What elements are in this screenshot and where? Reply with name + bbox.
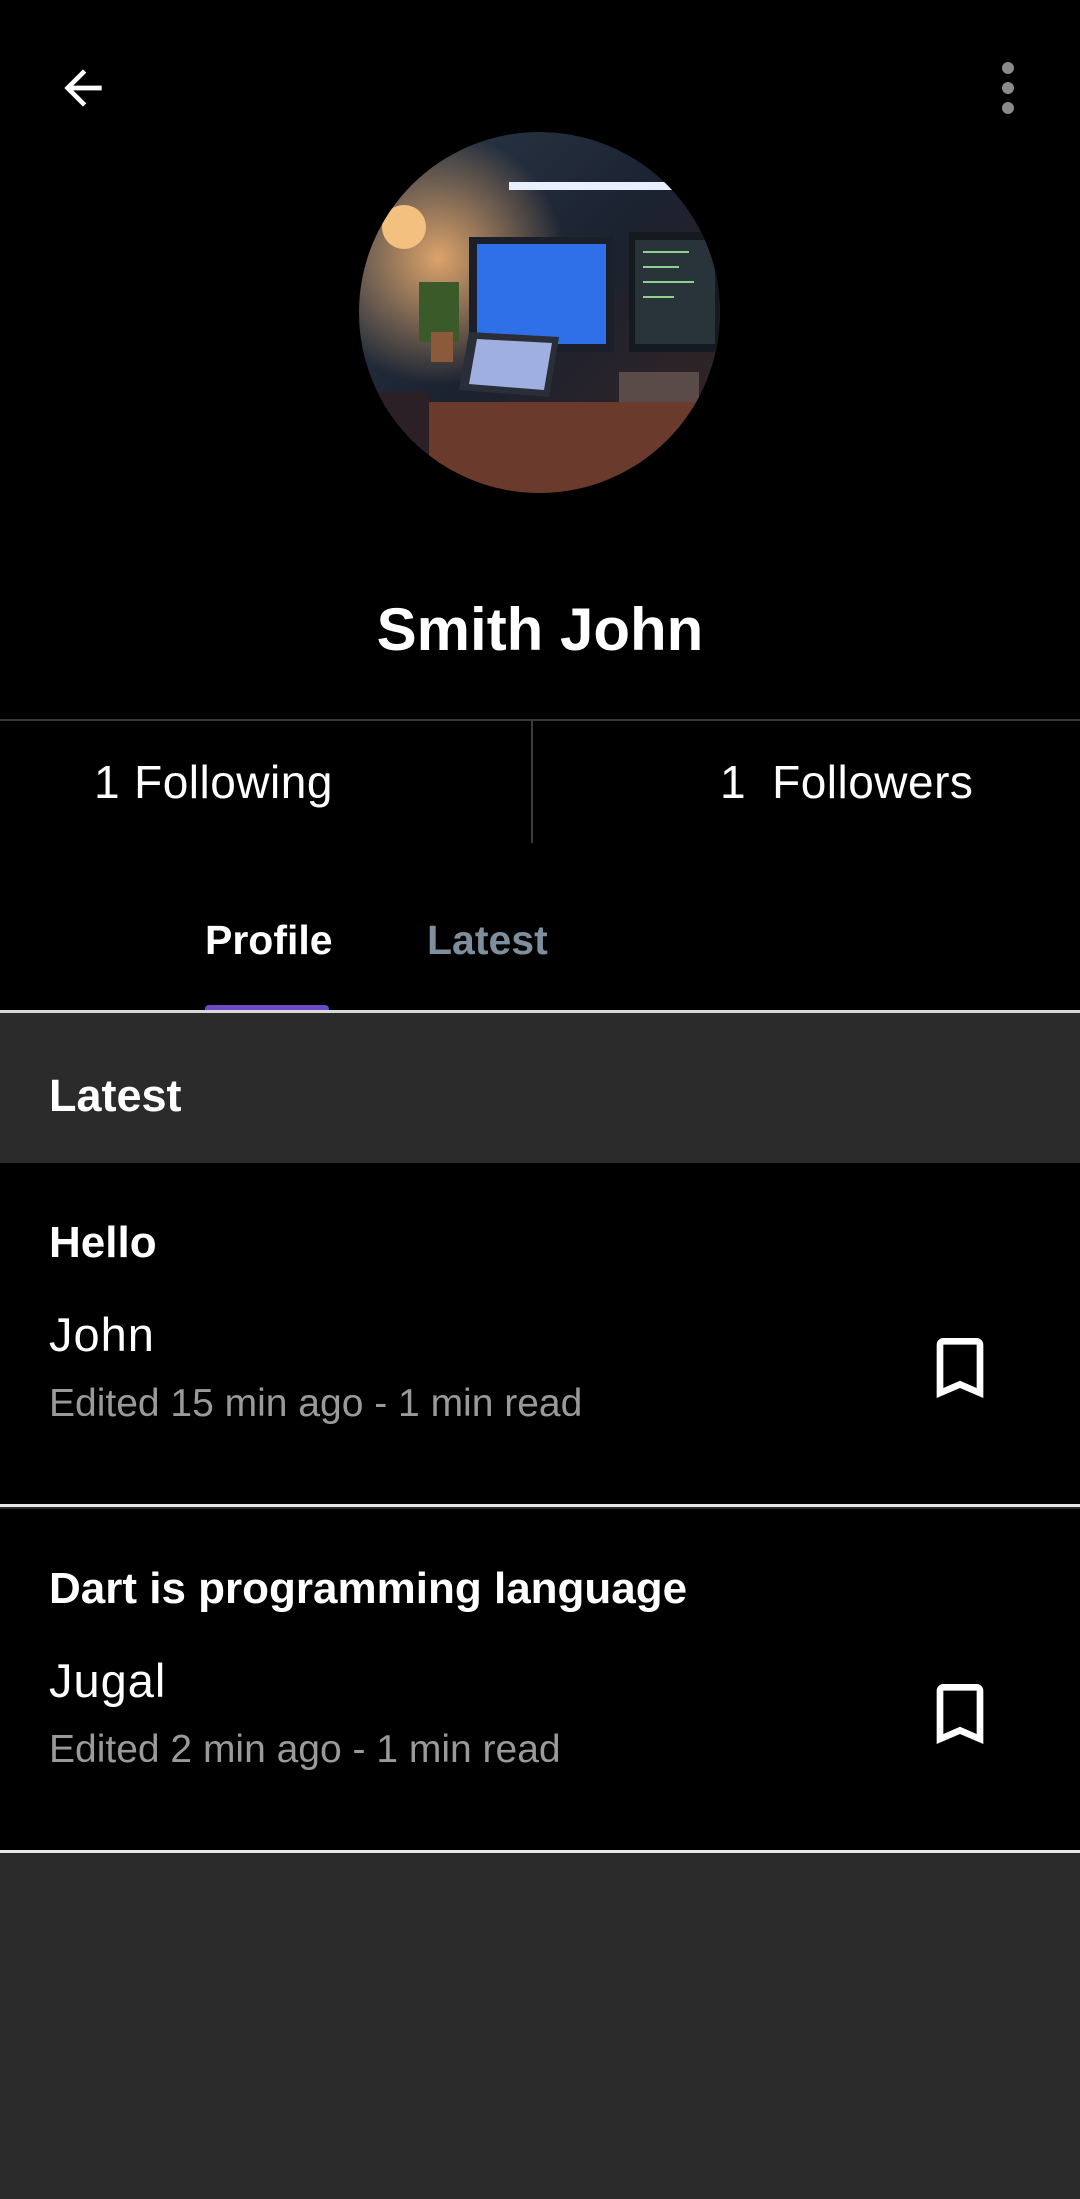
following-label: Following: [134, 756, 333, 808]
avatar[interactable]: [359, 132, 720, 493]
bookmark-button[interactable]: [920, 1328, 1000, 1408]
empty-area: [0, 1856, 1080, 2199]
followers-label: Followers: [772, 756, 974, 808]
post-author: Jugal: [49, 1654, 167, 1707]
post-title: Hello: [49, 1218, 157, 1267]
tab-profile[interactable]: Profile: [205, 912, 333, 968]
post-item[interactable]: Hello John Edited 15 min ago - 1 min rea…: [0, 1163, 1080, 1507]
post-meta: Edited 2 min ago - 1 min read: [49, 1728, 561, 1771]
arrow-back-icon: [64, 69, 102, 107]
avatar-image: [359, 132, 720, 493]
post-title: Dart is programming language: [49, 1564, 688, 1613]
profile-header: Smith John 1 Following 1 Followers Profile…: [0, 0, 1080, 1013]
bookmark-button[interactable]: [920, 1674, 1000, 1754]
follow-stats: 1 Following 1 Followers: [0, 719, 1080, 843]
bookmark-outline-icon: [936, 1338, 984, 1398]
more-options-button[interactable]: [968, 45, 1048, 131]
tab-bar: Profile Latest: [0, 860, 1080, 1013]
tab-latest[interactable]: Latest: [427, 912, 548, 968]
post-meta: Edited 15 min ago - 1 min read: [49, 1382, 583, 1425]
back-button[interactable]: [40, 45, 126, 131]
bookmark-outline-icon: [936, 1684, 984, 1744]
following-stat[interactable]: 1 Following: [94, 721, 333, 843]
followers-stat[interactable]: 1 Followers: [720, 721, 973, 843]
section-title: Latest: [49, 1070, 182, 1121]
post-item[interactable]: Dart is programming language Jugal Edite…: [0, 1509, 1080, 1853]
stats-divider: [531, 721, 533, 843]
post-author: John: [49, 1308, 155, 1361]
more-vert-icon: [1002, 62, 1014, 114]
profile-name: Smith John: [376, 596, 704, 663]
followers-count: 1: [720, 756, 747, 808]
following-count: 1: [94, 756, 121, 808]
